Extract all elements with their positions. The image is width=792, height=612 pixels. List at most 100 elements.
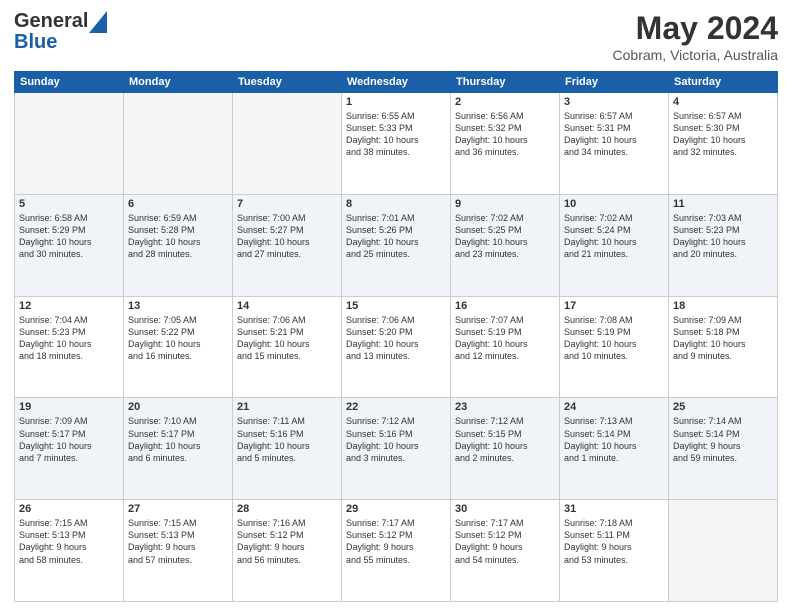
day-number: 6 xyxy=(128,198,228,210)
calendar-cell: 23 Sunrise: 7:12 AM Sunset: 5:15 PM Dayli… xyxy=(451,398,560,500)
day-info: Sunrise: 7:09 AM Sunset: 5:17 PM Dayligh… xyxy=(19,415,119,464)
day-info: Sunrise: 7:12 AM Sunset: 5:15 PM Dayligh… xyxy=(455,415,555,464)
calendar-cell: 18 Sunrise: 7:09 AM Sunset: 5:18 PM Dayli… xyxy=(669,296,778,398)
calendar-cell: 11 Sunrise: 7:03 AM Sunset: 5:23 PM Dayli… xyxy=(669,194,778,296)
day-number: 19 xyxy=(19,401,119,413)
logo-triangle-icon xyxy=(89,11,107,33)
day-info: Sunrise: 6:59 AM Sunset: 5:28 PM Dayligh… xyxy=(128,212,228,261)
logo: General Blue xyxy=(14,10,107,54)
day-info: Sunrise: 7:17 AM Sunset: 5:12 PM Dayligh… xyxy=(346,517,446,566)
calendar-cell xyxy=(233,93,342,195)
day-info: Sunrise: 7:06 AM Sunset: 5:20 PM Dayligh… xyxy=(346,314,446,363)
day-header-monday: Monday xyxy=(124,72,233,93)
calendar-cell xyxy=(15,93,124,195)
calendar-cell: 7Sunrise: 7:00 AM Sunset: 5:27 PM Daylig… xyxy=(233,194,342,296)
day-number: 18 xyxy=(673,300,773,312)
day-number: 15 xyxy=(346,300,446,312)
calendar-cell: 28 Sunrise: 7:16 AM Sunset: 5:12 PM Dayli… xyxy=(233,500,342,602)
day-number: 16 xyxy=(455,300,555,312)
day-info: Sunrise: 7:00 AM Sunset: 5:27 PM Dayligh… xyxy=(237,212,337,261)
calendar-cell: 13 Sunrise: 7:05 AM Sunset: 5:22 PM Dayli… xyxy=(124,296,233,398)
day-info: Sunrise: 6:56 AM Sunset: 5:32 PM Dayligh… xyxy=(455,110,555,159)
day-info: Sunrise: 7:11 AM Sunset: 5:16 PM Dayligh… xyxy=(237,415,337,464)
day-number: 29 xyxy=(346,503,446,515)
day-number: 4 xyxy=(673,96,773,108)
day-number: 14 xyxy=(237,300,337,312)
day-info: Sunrise: 7:16 AM Sunset: 5:12 PM Dayligh… xyxy=(237,517,337,566)
day-info: Sunrise: 7:17 AM Sunset: 5:12 PM Dayligh… xyxy=(455,517,555,566)
calendar-cell: 16 Sunrise: 7:07 AM Sunset: 5:19 PM Dayli… xyxy=(451,296,560,398)
day-info: Sunrise: 7:14 AM Sunset: 5:14 PM Dayligh… xyxy=(673,415,773,464)
logo-blue: Blue xyxy=(14,31,57,54)
calendar-table: SundayMondayTuesdayWednesdayThursdayFrid… xyxy=(14,71,778,602)
page-header: General Blue May 2024 Cobram, Victoria, … xyxy=(14,10,778,63)
day-info: Sunrise: 7:07 AM Sunset: 5:19 PM Dayligh… xyxy=(455,314,555,363)
day-info: Sunrise: 7:02 AM Sunset: 5:25 PM Dayligh… xyxy=(455,212,555,261)
calendar-cell: 5 Sunrise: 6:58 AM Sunset: 5:29 PM Daylig… xyxy=(15,194,124,296)
day-info: Sunrise: 7:05 AM Sunset: 5:22 PM Dayligh… xyxy=(128,314,228,363)
day-number: 1 xyxy=(346,96,446,108)
calendar-cell xyxy=(669,500,778,602)
calendar-cell: 24 Sunrise: 7:13 AM Sunset: 5:14 PM Dayli… xyxy=(560,398,669,500)
day-number: 26 xyxy=(19,503,119,515)
day-number: 27 xyxy=(128,503,228,515)
day-header-thursday: Thursday xyxy=(451,72,560,93)
location: Cobram, Victoria, Australia xyxy=(613,47,778,63)
day-info: Sunrise: 7:03 AM Sunset: 5:23 PM Dayligh… xyxy=(673,212,773,261)
day-info: Sunrise: 7:10 AM Sunset: 5:17 PM Dayligh… xyxy=(128,415,228,464)
calendar-cell: 8 Sunrise: 7:01 AM Sunset: 5:26 PM Daylig… xyxy=(342,194,451,296)
day-number: 22 xyxy=(346,401,446,413)
title-area: May 2024 Cobram, Victoria, Australia xyxy=(613,10,778,63)
calendar-cell: 31 Sunrise: 7:18 AM Sunset: 5:11 PM Dayli… xyxy=(560,500,669,602)
calendar-cell: 15 Sunrise: 7:06 AM Sunset: 5:20 PM Dayli… xyxy=(342,296,451,398)
calendar-cell: 12 Sunrise: 7:04 AM Sunset: 5:23 PM Dayli… xyxy=(15,296,124,398)
day-number: 28 xyxy=(237,503,337,515)
day-number: 30 xyxy=(455,503,555,515)
day-info: Sunrise: 7:08 AM Sunset: 5:19 PM Dayligh… xyxy=(564,314,664,363)
day-number: 8 xyxy=(346,198,446,210)
day-info: Sunrise: 7:06 AM Sunset: 5:21 PM Dayligh… xyxy=(237,314,337,363)
day-info: Sunrise: 7:13 AM Sunset: 5:14 PM Dayligh… xyxy=(564,415,664,464)
day-number: 23 xyxy=(455,401,555,413)
day-info: Sunrise: 7:12 AM Sunset: 5:16 PM Dayligh… xyxy=(346,415,446,464)
day-header-tuesday: Tuesday xyxy=(233,72,342,93)
day-info: Sunrise: 7:18 AM Sunset: 5:11 PM Dayligh… xyxy=(564,517,664,566)
day-info: Sunrise: 7:01 AM Sunset: 5:26 PM Dayligh… xyxy=(346,212,446,261)
calendar-cell: 25Sunrise: 7:14 AM Sunset: 5:14 PM Dayli… xyxy=(669,398,778,500)
calendar-cell: 2Sunrise: 6:56 AM Sunset: 5:32 PM Daylig… xyxy=(451,93,560,195)
day-number: 13 xyxy=(128,300,228,312)
calendar-cell: 27Sunrise: 7:15 AM Sunset: 5:13 PM Dayli… xyxy=(124,500,233,602)
calendar-cell: 10 Sunrise: 7:02 AM Sunset: 5:24 PM Dayli… xyxy=(560,194,669,296)
calendar-cell: 26 Sunrise: 7:15 AM Sunset: 5:13 PM Dayli… xyxy=(15,500,124,602)
day-info: Sunrise: 7:04 AM Sunset: 5:23 PM Dayligh… xyxy=(19,314,119,363)
calendar-cell: 6 Sunrise: 6:59 AM Sunset: 5:28 PM Daylig… xyxy=(124,194,233,296)
day-number: 9 xyxy=(455,198,555,210)
day-number: 24 xyxy=(564,401,664,413)
calendar-cell: 30 Sunrise: 7:17 AM Sunset: 5:12 PM Dayli… xyxy=(451,500,560,602)
day-info: Sunrise: 7:09 AM Sunset: 5:18 PM Dayligh… xyxy=(673,314,773,363)
day-header-sunday: Sunday xyxy=(15,72,124,93)
calendar-cell: 9 Sunrise: 7:02 AM Sunset: 5:25 PM Daylig… xyxy=(451,194,560,296)
calendar-cell: 1Sunrise: 6:55 AM Sunset: 5:33 PM Daylig… xyxy=(342,93,451,195)
day-number: 11 xyxy=(673,198,773,210)
day-info: Sunrise: 7:02 AM Sunset: 5:24 PM Dayligh… xyxy=(564,212,664,261)
day-number: 3 xyxy=(564,96,664,108)
logo-general: General xyxy=(14,10,88,33)
day-header-saturday: Saturday xyxy=(669,72,778,93)
day-number: 10 xyxy=(564,198,664,210)
calendar-cell: 17Sunrise: 7:08 AM Sunset: 5:19 PM Dayli… xyxy=(560,296,669,398)
day-info: Sunrise: 7:15 AM Sunset: 5:13 PM Dayligh… xyxy=(19,517,119,566)
day-number: 20 xyxy=(128,401,228,413)
day-info: Sunrise: 6:57 AM Sunset: 5:30 PM Dayligh… xyxy=(673,110,773,159)
day-number: 31 xyxy=(564,503,664,515)
calendar-cell: 22 Sunrise: 7:12 AM Sunset: 5:16 PM Dayli… xyxy=(342,398,451,500)
calendar-cell: 14 Sunrise: 7:06 AM Sunset: 5:21 PM Dayli… xyxy=(233,296,342,398)
day-header-friday: Friday xyxy=(560,72,669,93)
calendar-cell: 20 Sunrise: 7:10 AM Sunset: 5:17 PM Dayli… xyxy=(124,398,233,500)
day-number: 5 xyxy=(19,198,119,210)
day-number: 21 xyxy=(237,401,337,413)
day-info: Sunrise: 6:58 AM Sunset: 5:29 PM Dayligh… xyxy=(19,212,119,261)
day-number: 12 xyxy=(19,300,119,312)
calendar-cell: 21 Sunrise: 7:11 AM Sunset: 5:16 PM Dayli… xyxy=(233,398,342,500)
day-header-wednesday: Wednesday xyxy=(342,72,451,93)
